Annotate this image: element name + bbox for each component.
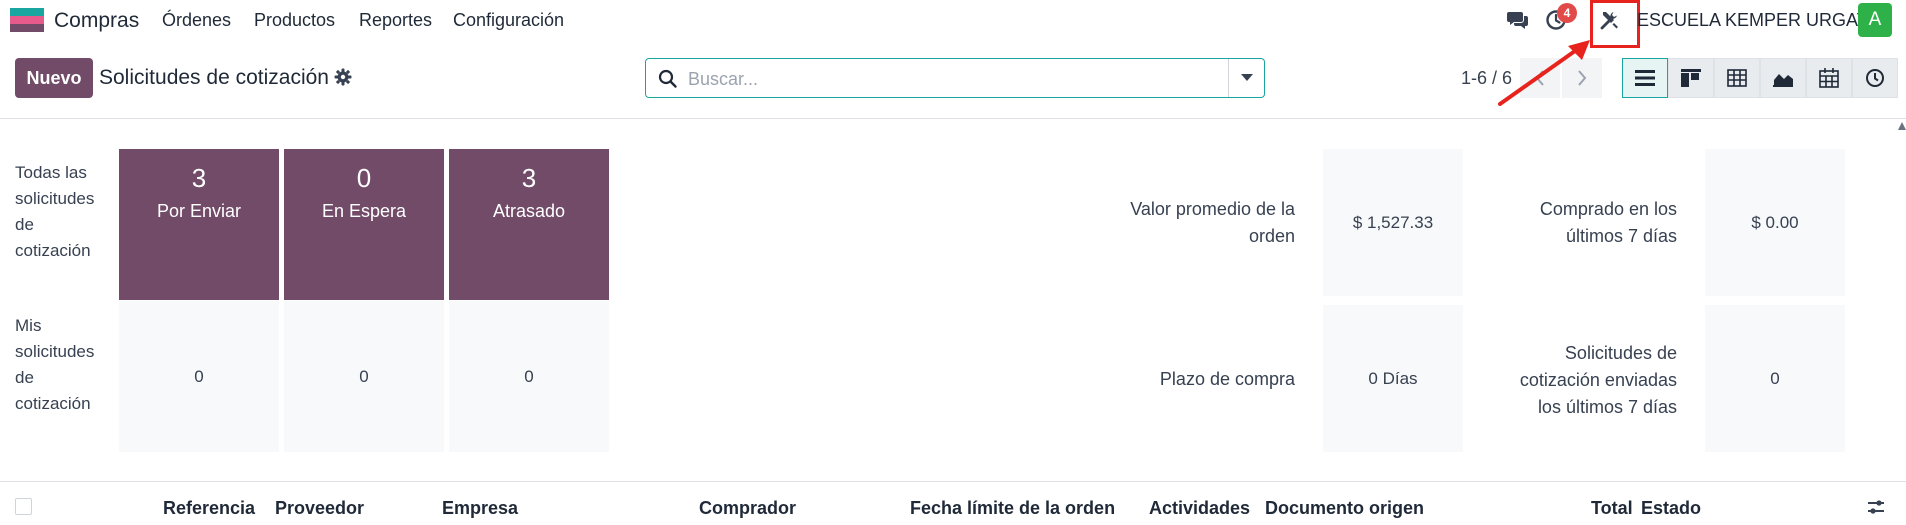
table-header: Referencia Proveedor Empresa Comprador F… xyxy=(0,482,1906,525)
column-header-referencia[interactable]: Referencia xyxy=(163,498,255,519)
menu-item-productos[interactable]: Productos xyxy=(254,10,335,31)
select-all-checkbox[interactable] xyxy=(15,498,32,515)
menu-item-configuracion[interactable]: Configuración xyxy=(453,10,564,31)
menu-item-reportes[interactable]: Reportes xyxy=(359,10,432,31)
kpi-value-lead-time: 0 Días xyxy=(1323,305,1463,452)
tile-value: 3 xyxy=(521,163,537,193)
kpi-value-avg-order: $ 1,527.33 xyxy=(1323,149,1463,296)
tile-value: 0 xyxy=(524,366,534,386)
pivot-view-icon xyxy=(1727,69,1747,87)
kpi-label-avg-order: Valor promedio de la orden xyxy=(1130,199,1295,246)
row-label-my-rfqs[interactable]: Mis solicitudes de cotización xyxy=(15,313,95,417)
search-input[interactable] xyxy=(688,67,1208,91)
pager-value[interactable]: 1-6 / 6 xyxy=(1461,68,1512,89)
activity-view-icon xyxy=(1866,69,1884,87)
menu-item-ordenes[interactable]: Órdenes xyxy=(162,10,231,31)
tile-label: En Espera xyxy=(321,201,407,221)
graph-view-button[interactable] xyxy=(1760,58,1806,98)
tile-my-waiting[interactable]: 0 xyxy=(284,301,444,452)
kanban-view-icon xyxy=(1681,69,1701,87)
app-name[interactable]: Compras xyxy=(54,9,139,33)
tile-label: Por Enviar xyxy=(156,201,242,221)
tile-my-to-send[interactable]: 0 xyxy=(119,301,279,452)
activity-view-button[interactable] xyxy=(1852,58,1898,98)
calendar-view-icon xyxy=(1819,68,1839,88)
column-header-actividades[interactable]: Actividades xyxy=(1149,498,1250,519)
page-title: Solicitudes de cotización xyxy=(99,66,329,89)
chevron-left-icon xyxy=(1535,70,1544,86)
list-view-button[interactable] xyxy=(1622,58,1668,98)
company-name[interactable]: ESCUELA KEMPER URGATE xyxy=(1637,10,1880,31)
column-header-empresa[interactable]: Empresa xyxy=(442,498,518,519)
chevron-right-icon xyxy=(1578,70,1587,86)
tile-value: 0 xyxy=(359,366,369,386)
pivot-view-button[interactable] xyxy=(1714,58,1760,98)
kanban-view-button[interactable] xyxy=(1668,58,1714,98)
tile-value: 0 xyxy=(356,163,372,193)
top-navbar: Compras Órdenes Productos Reportes Confi… xyxy=(0,0,1906,48)
column-header-documento-origen[interactable]: Documento origen xyxy=(1265,498,1424,519)
chat-icon[interactable] xyxy=(1505,7,1531,33)
new-button[interactable]: Nuevo xyxy=(15,58,93,98)
column-header-fecha-limite[interactable]: Fecha límite de la orden xyxy=(910,498,1115,519)
search-bar xyxy=(645,58,1265,98)
tile-label: Atrasado xyxy=(492,201,566,221)
column-header-proveedor[interactable]: Proveedor xyxy=(275,498,364,519)
tile-waiting[interactable]: 0 En Espera xyxy=(284,149,444,300)
column-header-estado[interactable]: Estado xyxy=(1641,498,1701,519)
column-header-comprador[interactable]: Comprador xyxy=(699,498,796,519)
kpi-label-lead-time: Plazo de compra xyxy=(1159,369,1295,389)
kpi-value-rfq-sent-7d: 0 xyxy=(1705,305,1845,452)
control-panel-divider xyxy=(0,118,1906,119)
pager-next-button[interactable] xyxy=(1562,58,1602,98)
kpi-label-purchased-7d: Comprado en los últimos 7 días xyxy=(1539,199,1677,246)
gear-icon[interactable] xyxy=(334,68,352,86)
tile-value: 3 xyxy=(191,163,207,193)
tile-value: 0 xyxy=(194,366,204,386)
search-icon xyxy=(658,69,677,88)
tile-late[interactable]: 3 Atrasado xyxy=(449,149,609,300)
search-options-toggle[interactable] xyxy=(1228,59,1264,97)
graph-view-icon xyxy=(1773,74,1793,87)
row-label-all-rfqs[interactable]: Todas las solicitudes de cotización xyxy=(15,160,95,264)
kpi-label-rfq-sent-7d: Solicitudes de cotización enviadas los ú… xyxy=(1519,343,1677,417)
avatar[interactable]: A xyxy=(1858,3,1892,37)
kpi-value-purchased-7d: $ 0.00 xyxy=(1705,149,1845,296)
list-view-icon xyxy=(1635,70,1655,86)
calendar-view-button[interactable] xyxy=(1806,58,1852,98)
column-settings-icon[interactable] xyxy=(1866,497,1886,517)
tile-my-late[interactable]: 0 xyxy=(449,301,609,452)
tools-highlight-box xyxy=(1590,0,1640,48)
purchase-app-icon[interactable] xyxy=(10,8,44,32)
scrollbar-up-arrow[interactable] xyxy=(1898,120,1906,130)
pager-previous-button[interactable] xyxy=(1520,58,1560,98)
caret-down-icon xyxy=(1240,74,1253,81)
tile-to-send[interactable]: 3 Por Enviar xyxy=(119,149,279,300)
activity-badge: 4 xyxy=(1557,3,1577,23)
column-header-total[interactable]: Total xyxy=(1591,498,1633,519)
